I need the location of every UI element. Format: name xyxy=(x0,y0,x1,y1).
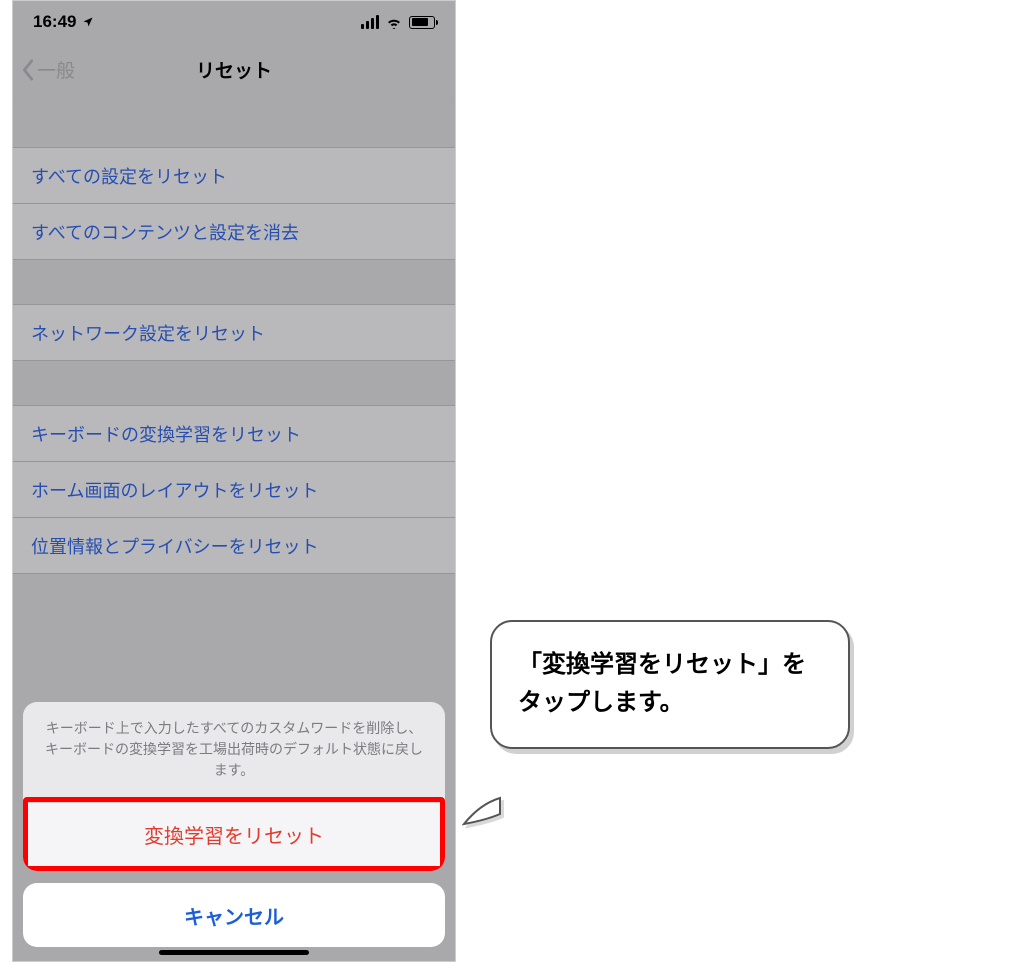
group-reset-other: キーボードの変換学習をリセット ホーム画面のレイアウトをリセット 位置情報とプラ… xyxy=(13,405,455,574)
page-title: リセット xyxy=(13,56,455,83)
row-reset-keyboard[interactable]: キーボードの変換学習をリセット xyxy=(13,405,455,461)
status-bar: 16:49 xyxy=(13,1,455,43)
phone-screen: 16:49 一般 リセット すべての設定をリセット xyxy=(12,0,456,962)
row-erase-all[interactable]: すべてのコンテンツと設定を消去 xyxy=(13,203,455,259)
cancel-button[interactable]: キャンセル xyxy=(23,883,445,947)
action-sheet-message: キーボード上で入力したすべてのカスタムワードを削除し、キーボードの変換学習を工場… xyxy=(23,702,445,797)
group-reset-main: すべての設定をリセット すべてのコンテンツと設定を消去 xyxy=(13,147,455,260)
home-indicator[interactable] xyxy=(159,950,309,955)
action-sheet: キーボード上で入力したすべてのカスタムワードを削除し、キーボードの変換学習を工場… xyxy=(23,702,445,947)
row-reset-home-layout[interactable]: ホーム画面のレイアウトをリセット xyxy=(13,461,455,517)
callout-tail xyxy=(462,790,502,830)
reset-keyboard-dictionary-button[interactable]: 変換学習をリセット xyxy=(28,802,440,866)
wifi-icon xyxy=(385,15,403,29)
row-reset-location-privacy[interactable]: 位置情報とプライバシーをリセット xyxy=(13,517,455,573)
annotation-highlight: 変換学習をリセット xyxy=(23,797,445,871)
cellular-icon xyxy=(361,15,379,29)
row-reset-network[interactable]: ネットワーク設定をリセット xyxy=(13,304,455,360)
location-icon xyxy=(82,16,94,28)
callout-text: 「変換学習をリセット」をタップします。 xyxy=(518,651,806,716)
status-time: 16:49 xyxy=(33,12,76,32)
battery-icon xyxy=(409,16,435,29)
group-reset-network: ネットワーク設定をリセット xyxy=(13,304,455,361)
nav-bar: 一般 リセット xyxy=(13,43,455,97)
row-reset-all-settings[interactable]: すべての設定をリセット xyxy=(13,147,455,203)
instruction-callout: 「変換学習をリセット」をタップします。 xyxy=(490,620,850,749)
